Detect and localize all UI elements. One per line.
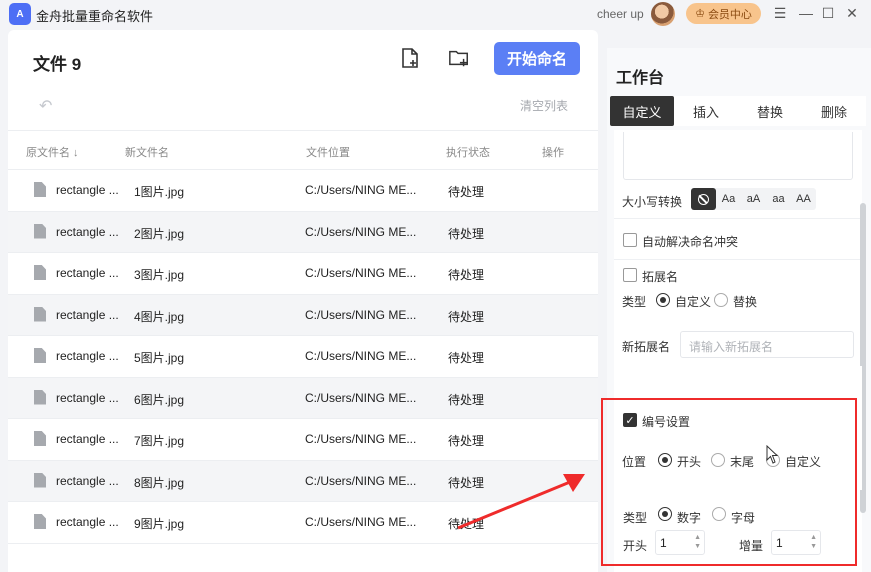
new-ext-input[interactable]: 请输入新拓展名: [680, 331, 854, 358]
mouse-cursor-icon: [766, 445, 779, 464]
case-label: 大小写转换: [622, 195, 683, 209]
table-row[interactable]: rectangle ... 4图片.jpg C:/Users/NING ME... 待…: [8, 294, 598, 336]
auto-resolve-checkbox[interactable]: [623, 233, 637, 247]
start-rename-button[interactable]: 开始命名: [494, 42, 580, 75]
file-icon: [34, 223, 46, 239]
highlight-box: [601, 398, 857, 566]
header-path: 文件位置: [306, 147, 350, 159]
ban-icon: [698, 193, 709, 205]
case-title-option[interactable]: Aa: [716, 188, 741, 210]
menu-icon[interactable]: ☰: [771, 4, 789, 22]
app-logo: A: [9, 3, 31, 25]
user-name[interactable]: cheer up: [597, 7, 644, 21]
workbench-title: 工作台: [616, 70, 665, 87]
minimize-icon[interactable]: —: [797, 4, 815, 22]
case-invert-option[interactable]: aA: [741, 188, 766, 210]
new-ext-label: 新拓展名: [622, 340, 671, 354]
file-icon: [34, 514, 46, 529]
tab-custom[interactable]: 自定义: [610, 96, 674, 126]
ext-custom-label: 自定义: [675, 295, 712, 309]
vip-label: 会员中心: [707, 8, 752, 21]
add-folder-icon[interactable]: [448, 47, 470, 69]
ext-replace-radio[interactable]: [714, 293, 728, 307]
custom-text-area[interactable]: [623, 132, 853, 180]
vip-center-button[interactable]: ♔ 会员中心: [686, 3, 761, 24]
add-file-icon[interactable]: [399, 47, 421, 69]
divider: [614, 259, 862, 260]
title-bar: A 金舟批量重命名软件 cheer up ♔ 会员中心 ☰ — ☐ ✕: [0, 0, 871, 28]
file-icon: [34, 182, 46, 197]
table-row[interactable]: rectangle ... 7图片.jpg C:/Users/NING ME... 待…: [8, 419, 598, 461]
table-row[interactable]: rectangle ... 3图片.jpg C:/Users/NING ME... 待…: [8, 253, 598, 295]
clear-list-button[interactable]: 清空列表: [520, 97, 568, 114]
files-title: 文件 9: [33, 55, 82, 74]
table-row[interactable]: rectangle ... 5图片.jpg C:/Users/NING ME... 待…: [8, 336, 598, 378]
file-icon: [34, 431, 46, 446]
undo-icon[interactable]: ↶: [39, 96, 52, 116]
file-icon: [34, 348, 46, 363]
auto-resolve-label: 自动解决命名冲突: [642, 235, 739, 249]
case-none-option[interactable]: [691, 188, 716, 210]
ext-custom-radio[interactable]: [656, 293, 670, 307]
tab-replace[interactable]: 替换: [738, 96, 802, 126]
ext-replace-label: 替换: [733, 295, 758, 309]
table-row[interactable]: rectangle ... 6图片.jpg C:/Users/NING ME... 待…: [8, 377, 598, 419]
maximize-icon[interactable]: ☐: [819, 4, 837, 22]
case-options: Aa aA aa AA: [691, 188, 816, 210]
file-icon: [34, 306, 46, 322]
tab-insert[interactable]: 插入: [674, 96, 738, 126]
divider: [614, 218, 862, 219]
case-lower-option[interactable]: aa: [766, 188, 791, 210]
header-status: 执行状态: [446, 147, 490, 159]
tab-delete[interactable]: 删除: [802, 96, 866, 126]
file-icon: [34, 265, 46, 280]
table-row[interactable]: rectangle ... 1图片.jpg C:/Users/NING ME... 待…: [8, 170, 598, 212]
header-new: 新文件名: [125, 147, 169, 159]
file-icon: [34, 472, 46, 488]
annotation-arrow-icon: [457, 474, 585, 530]
case-upper-option[interactable]: AA: [791, 188, 816, 210]
header-action: 操作: [542, 147, 564, 159]
extension-label: 拓展名: [642, 270, 679, 284]
close-icon[interactable]: ✕: [843, 4, 861, 22]
workbench-tabs: 自定义 插入 替换 删除: [610, 96, 866, 126]
table-header: 原文件名 ↓ 新文件名 文件位置 执行状态 操作: [8, 130, 598, 170]
extension-checkbox[interactable]: [623, 268, 637, 282]
app-title: 金舟批量重命名软件: [36, 9, 154, 24]
ext-type-label: 类型: [622, 295, 647, 309]
header-original[interactable]: 原文件名 ↓: [26, 144, 79, 160]
avatar[interactable]: [651, 2, 675, 26]
table-row[interactable]: rectangle ... 2图片.jpg C:/Users/NING ME... 待…: [8, 211, 598, 253]
crown-icon: ♔: [695, 8, 705, 20]
file-icon: [34, 389, 46, 405]
